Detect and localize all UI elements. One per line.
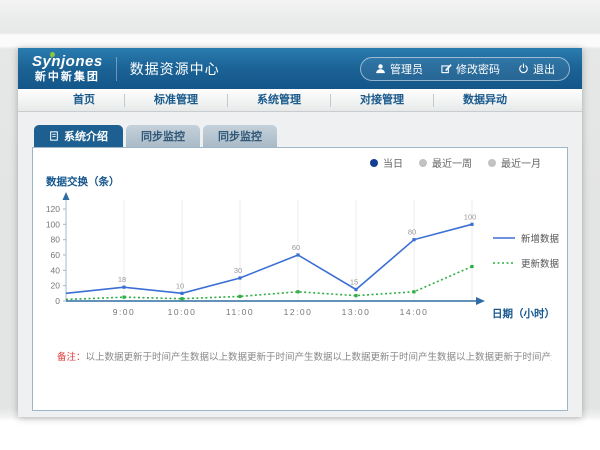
data-point-label: 15 (350, 277, 358, 286)
x-axis-ticks: 9:00 10:00 11:00 12:00 13:00 14:00 (113, 307, 429, 317)
content-area: 系统介绍 同步监控 同步监控 0 20 40 60 80 100 120 9:00 10:00 11:… (18, 112, 582, 411)
nav-item-standard-mgmt[interactable]: 标准管理 (125, 94, 228, 107)
time-range-options: 当日 最近一周 最近一月 (370, 155, 541, 170)
line-chart: 0 20 40 60 80 100 120 9:00 10:00 11:00 12:00 13:00 1… (33, 148, 567, 410)
user-menu: 管理员 修改密码 退出 (360, 57, 570, 81)
note-label: 备注： (57, 352, 86, 363)
series-line-1 (66, 265, 474, 300)
user-label: 管理员 (390, 61, 423, 77)
main-nav: 首页标准管理系统管理对接管理数据异动 (18, 89, 582, 112)
data-point (470, 223, 473, 226)
tab-label: 同步监控 (218, 128, 262, 144)
data-point (122, 286, 125, 289)
change-password-label: 修改密码 (456, 61, 500, 77)
app-header: Synjones 新中新集团 数据资源中心 管理员 修改密码 退出 (18, 48, 582, 89)
svg-text:120: 120 (46, 204, 60, 214)
radio-selected-icon (370, 159, 378, 167)
company-logo: Synjones 新中新集团 (32, 54, 103, 83)
series-line-0: 18 10 30 60 15 80 100 (66, 212, 476, 295)
note-text: 以上数据更新于时间产生数据以上数据更新于时间产生数据以上数据更新于时间产生数据以… (86, 352, 552, 363)
data-point (296, 290, 299, 293)
range-option-today[interactable]: 当日 (370, 155, 403, 170)
tab-bar: 系统介绍 同步监控 同步监控 (34, 125, 568, 147)
page-title: 数据资源中心 (130, 59, 220, 79)
range-option-label: 最近一月 (501, 155, 541, 170)
svg-text:10:00: 10:00 (168, 307, 197, 317)
data-point-label: 80 (408, 228, 416, 237)
data-point (238, 295, 241, 298)
x-axis-arrow-icon (476, 297, 485, 305)
document-icon (49, 131, 59, 141)
tab-label: 同步监控 (141, 128, 185, 144)
data-point (412, 290, 415, 293)
svg-text:14:00: 14:00 (400, 307, 429, 317)
data-point-label: 30 (234, 266, 242, 275)
svg-text:9:00: 9:00 (113, 307, 136, 317)
y-axis-title: 数据交换（条） (45, 175, 120, 188)
data-point (296, 253, 299, 256)
data-point-label: 60 (292, 243, 300, 252)
logout-label: 退出 (533, 61, 555, 77)
logo-subtext: 新中新集团 (35, 72, 100, 83)
logo-text: Synjones (32, 54, 103, 69)
nav-item-home[interactable]: 首页 (44, 94, 125, 107)
data-point (180, 292, 183, 295)
y-axis-arrow-icon (63, 192, 70, 200)
svg-text:40: 40 (51, 265, 61, 275)
svg-text:60: 60 (51, 250, 61, 260)
data-point (354, 288, 357, 291)
data-point-label: 18 (118, 275, 126, 284)
chart-panel: 0 20 40 60 80 100 120 9:00 10:00 11:00 12:00 13:00 1… (32, 147, 568, 411)
tab-system-intro[interactable]: 系统介绍 (34, 125, 123, 147)
svg-text:20: 20 (51, 281, 61, 291)
range-option-label: 当日 (383, 155, 403, 170)
legend-label: 新增数据 (521, 231, 559, 245)
x-axis-title: 日期（小时） (492, 307, 555, 320)
data-point (238, 276, 241, 279)
legend-item-0: 新增数据 (493, 231, 559, 245)
nav-item-system-mgmt[interactable]: 系统管理 (228, 94, 331, 107)
svg-text:13:00: 13:00 (342, 307, 371, 317)
legend-item-1: 更新数据 (493, 256, 559, 270)
range-option-last-week[interactable]: 最近一周 (419, 155, 472, 170)
tab-sync-monitor-2[interactable]: 同步监控 (203, 125, 277, 147)
data-point (470, 265, 473, 268)
user-icon (375, 63, 386, 74)
svg-text:12:00: 12:00 (284, 307, 313, 317)
range-option-label: 最近一周 (432, 155, 472, 170)
svg-text:80: 80 (51, 235, 61, 245)
nav-item-interface-mgmt[interactable]: 对接管理 (331, 94, 434, 107)
chart-legend: 新增数据更新数据 (493, 231, 559, 270)
user-button[interactable]: 管理员 (375, 61, 423, 77)
power-icon (518, 63, 529, 74)
legend-line-sample (493, 234, 515, 242)
svg-text:100: 100 (46, 219, 60, 229)
data-point (412, 238, 415, 241)
tab-label: 系统介绍 (64, 128, 108, 144)
data-point (180, 297, 183, 300)
data-point (354, 294, 357, 297)
y-axis-ticks: 0 20 40 60 80 100 120 (46, 204, 66, 306)
data-point (122, 296, 125, 299)
app-window: Synjones 新中新集团 数据资源中心 管理员修改密码退出 首页标准管理系统… (18, 48, 582, 417)
tab-sync-monitor-1[interactable]: 同步监控 (126, 125, 200, 147)
data-point-label: 10 (176, 281, 184, 290)
radio-unselected-icon (419, 159, 427, 167)
change-password-button[interactable]: 修改密码 (441, 61, 500, 77)
data-point-label: 100 (464, 212, 477, 221)
edit-icon (441, 63, 452, 74)
radio-unselected-icon (488, 159, 496, 167)
logout-button[interactable]: 退出 (518, 61, 555, 77)
legend-line-sample (493, 259, 515, 267)
legend-label: 更新数据 (521, 256, 559, 270)
footer-note: 备注：以上数据更新于时间产生数据以上数据更新于时间产生数据以上数据更新于时间产生… (57, 349, 552, 363)
svg-text:11:00: 11:00 (226, 307, 254, 317)
range-option-last-month[interactable]: 最近一月 (488, 155, 541, 170)
header-divider (116, 57, 117, 81)
nav-item-data-change[interactable]: 数据异动 (434, 94, 536, 107)
svg-text:0: 0 (55, 296, 60, 306)
